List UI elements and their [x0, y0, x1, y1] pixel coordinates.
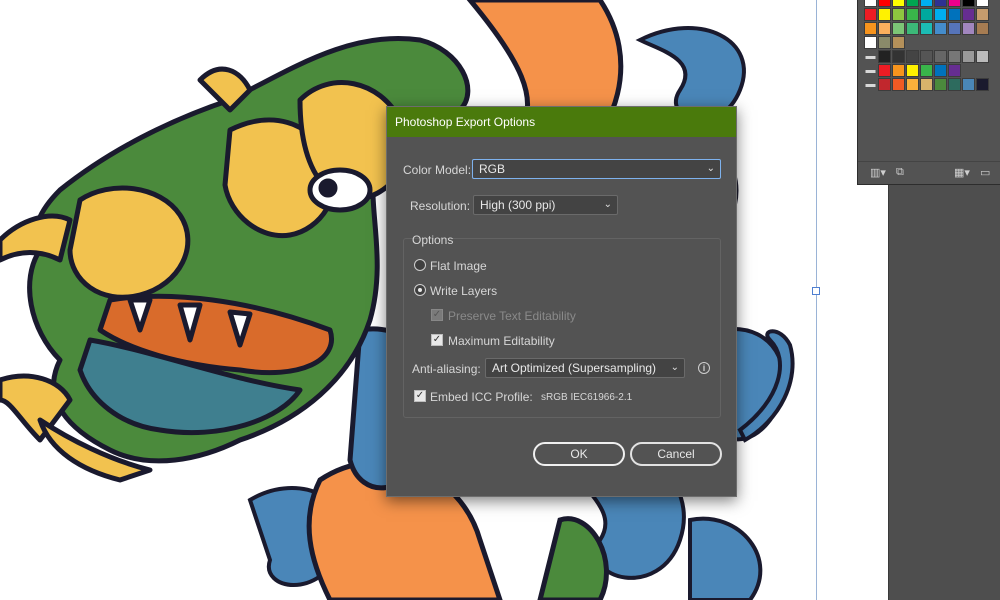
checkmark-icon: ✓: [432, 309, 442, 320]
chevron-down-icon: ⌄: [603, 199, 612, 210]
place-swatch-icon[interactable]: ⧉: [896, 166, 904, 179]
resolution-label: Resolution:: [410, 199, 471, 213]
embed-icc-checkbox[interactable]: ✓: [414, 390, 426, 402]
max-editability-checkbox[interactable]: ✓: [431, 334, 443, 346]
photoshop-export-options-dialog: Photoshop Export Options Color Model: RG…: [386, 106, 737, 497]
new-group-icon[interactable]: ▭: [980, 166, 990, 179]
options-legend: Options: [412, 233, 454, 247]
flat-image-label[interactable]: Flat Image: [430, 259, 487, 273]
checkmark-icon: ✓: [432, 334, 442, 345]
color-model-label: Color Model:: [403, 163, 472, 177]
selection-handle[interactable]: [812, 287, 820, 295]
swatches-panel-footer: ▥▾ ⧉ ▦▾ ▭: [858, 161, 1000, 184]
folder-icon[interactable]: ▬: [864, 78, 877, 91]
anti-aliasing-select[interactable]: Art Optimized (Supersampling) ⌄: [485, 358, 685, 378]
swatch-options-icon[interactable]: ▦▾: [954, 166, 970, 179]
library-menu-icon[interactable]: ▥▾: [870, 166, 886, 179]
color-model-value: RGB: [479, 162, 506, 176]
dialog-titlebar[interactable]: Photoshop Export Options: [387, 107, 736, 137]
write-layers-radio[interactable]: [414, 284, 426, 296]
checkmark-icon: ✓: [415, 390, 425, 401]
chevron-down-icon: ⌄: [670, 362, 679, 373]
icc-profile-name: sRGB IEC61966-2.1: [541, 392, 633, 403]
dialog-title: Photoshop Export Options: [395, 115, 536, 129]
chevron-down-icon: ⌄: [706, 163, 715, 174]
color-model-select[interactable]: RGB ⌄: [472, 159, 721, 179]
ok-button[interactable]: OK: [533, 442, 625, 466]
flat-image-radio[interactable]: [414, 259, 426, 271]
resolution-value: High (300 ppi): [480, 198, 556, 212]
cancel-button[interactable]: Cancel: [630, 442, 722, 466]
info-icon[interactable]: i: [698, 362, 710, 374]
folder-icon[interactable]: ▬: [864, 50, 877, 63]
preserve-text-label: Preserve Text Editability: [448, 309, 576, 323]
embed-icc-label[interactable]: Embed ICC Profile:: [430, 390, 533, 404]
preserve-text-checkbox[interactable]: ✓: [431, 309, 443, 321]
write-layers-label[interactable]: Write Layers: [430, 284, 497, 298]
artboard-edge: [816, 0, 817, 600]
max-editability-label[interactable]: Maximum Editability: [448, 334, 555, 348]
workspace-background: [888, 185, 1000, 600]
anti-aliasing-label: Anti-aliasing:: [412, 362, 481, 376]
resolution-select[interactable]: High (300 ppi) ⌄: [473, 195, 618, 215]
folder-icon[interactable]: ▬: [864, 64, 877, 77]
swatches-panel: ▬ ▬ ▬ ▥▾ ⧉ ▦▾ ▭: [857, 0, 1000, 185]
anti-aliasing-value: Art Optimized (Supersampling): [492, 361, 657, 375]
